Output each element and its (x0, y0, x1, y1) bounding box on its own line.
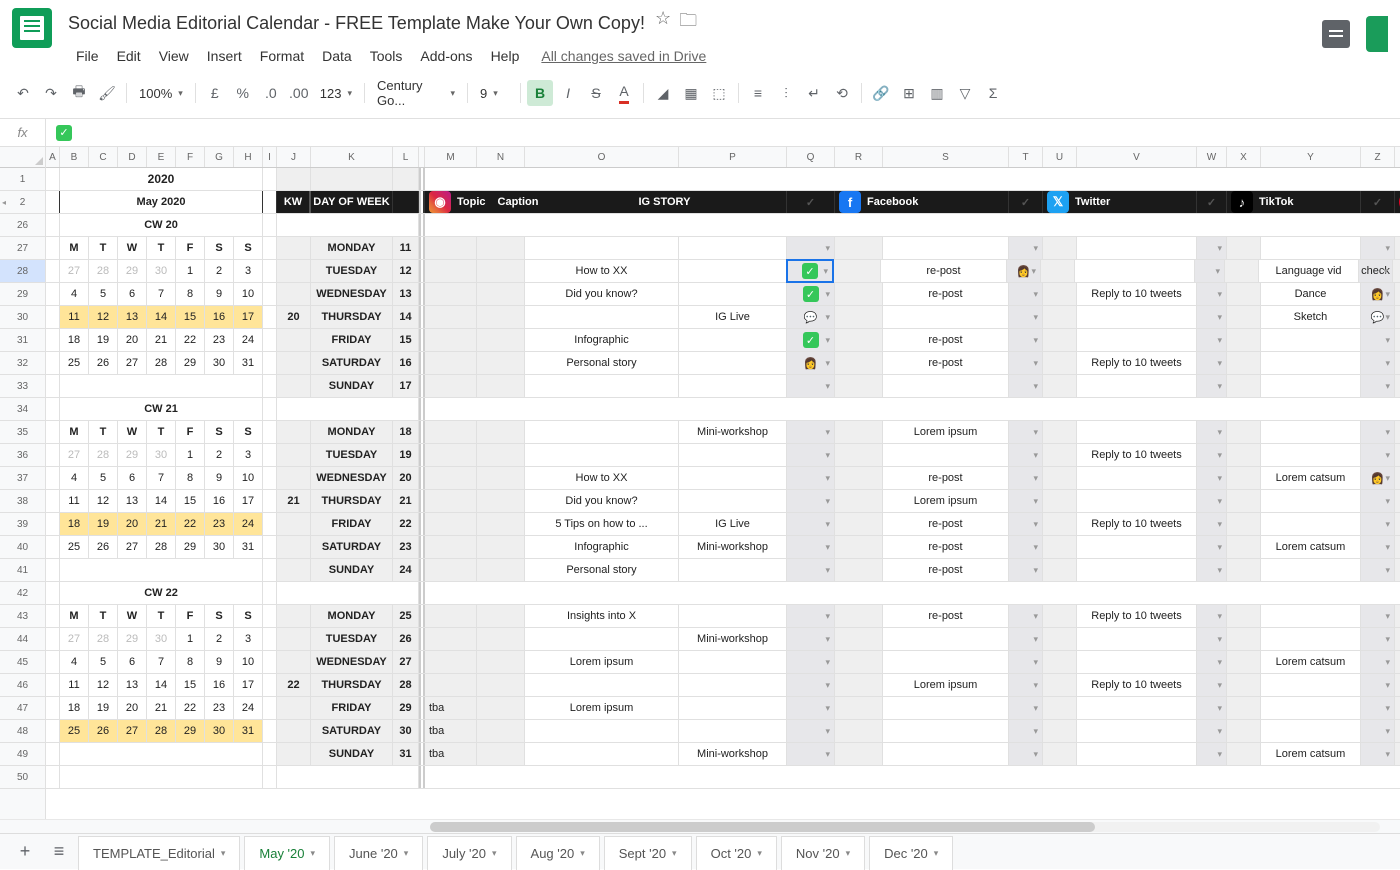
menu-file[interactable]: File (68, 44, 107, 68)
menu-help[interactable]: Help (483, 44, 528, 68)
status-dropdown[interactable] (787, 720, 835, 742)
status-dropdown[interactable] (787, 536, 835, 558)
share-button[interactable] (1366, 16, 1388, 52)
wrap-icon[interactable]: ↵ (801, 80, 827, 106)
fx-label: fx (0, 119, 46, 146)
status-dropdown[interactable] (787, 513, 835, 535)
status-dropdown[interactable] (787, 697, 835, 719)
formula-input[interactable]: ✓ (46, 125, 82, 141)
status-dropdown[interactable]: 👩 (787, 352, 835, 374)
decrease-decimal-icon[interactable]: .0 (258, 80, 284, 106)
text-color-icon[interactable]: A (611, 80, 637, 106)
status-dropdown[interactable] (787, 444, 835, 466)
saved-status[interactable]: All changes saved in Drive (541, 48, 706, 64)
menu-view[interactable]: View (151, 44, 197, 68)
borders-icon[interactable]: ▦ (678, 80, 704, 106)
status-dropdown[interactable] (787, 605, 835, 627)
number-format-select[interactable]: 123 (314, 82, 358, 105)
status-dropdown[interactable] (787, 651, 835, 673)
sheet-tab[interactable]: June '20 (334, 836, 423, 870)
zoom-select[interactable]: 100% (133, 82, 189, 105)
status-dropdown[interactable]: 💬 (787, 306, 835, 328)
menu-edit[interactable]: Edit (109, 44, 149, 68)
status-dropdown[interactable] (787, 674, 835, 696)
move-icon[interactable]: 🗀 (679, 8, 697, 38)
menu-add-ons[interactable]: Add-ons (412, 44, 480, 68)
sheet-tab[interactable]: May '20 (244, 836, 330, 870)
status-dropdown[interactable] (787, 467, 835, 489)
increase-decimal-icon[interactable]: .00 (286, 80, 312, 106)
font-select[interactable]: Century Go... (371, 74, 461, 112)
functions-icon[interactable]: Σ (980, 80, 1006, 106)
sheet-tab[interactable]: Aug '20 (516, 836, 600, 870)
italic-icon[interactable]: I (555, 80, 581, 106)
merge-icon[interactable]: ⬚ (706, 80, 732, 106)
status-dropdown[interactable] (787, 375, 835, 397)
menu-format[interactable]: Format (252, 44, 312, 68)
all-sheets-icon[interactable]: ≡ (44, 837, 74, 867)
halign-icon[interactable]: ≡ (745, 80, 771, 106)
comment-icon[interactable]: ⊞ (896, 80, 922, 106)
rotate-icon[interactable]: ⟲ (829, 80, 855, 106)
undo-icon[interactable]: ↶ (10, 80, 36, 106)
sheet-tab[interactable]: Sept '20 (604, 836, 692, 870)
status-dropdown[interactable] (787, 743, 835, 765)
menubar: FileEditViewInsertFormatDataToolsAdd-ons… (68, 44, 1322, 68)
sheet-tab[interactable]: Oct '20 (696, 836, 777, 870)
toolbar: ↶ ↷ 🖶 🖌 100% £ % .0 .00 123 Century Go..… (0, 68, 1400, 119)
add-sheet-icon[interactable]: + (10, 837, 40, 867)
percent-icon[interactable]: % (230, 80, 256, 106)
sheet-tab[interactable]: Nov '20 (781, 836, 865, 870)
sheet-tab[interactable]: Dec '20 (869, 836, 953, 870)
status-dropdown[interactable] (787, 421, 835, 443)
sheet-tab[interactable]: July '20 (427, 836, 511, 870)
paint-format-icon[interactable]: 🖌 (94, 80, 120, 106)
comments-icon[interactable] (1322, 20, 1350, 48)
link-icon[interactable]: 🔗 (868, 80, 894, 106)
status-dropdown[interactable]: ✓ (787, 283, 835, 305)
horizontal-scrollbar[interactable] (0, 819, 1400, 833)
filter-icon[interactable]: ▽ (952, 80, 978, 106)
status-dropdown[interactable]: ✓ (786, 259, 834, 283)
status-dropdown[interactable] (787, 628, 835, 650)
status-dropdown[interactable] (787, 237, 835, 259)
fill-color-icon[interactable]: ◢ (650, 80, 676, 106)
print-icon[interactable]: 🖶 (66, 80, 92, 106)
redo-icon[interactable]: ↷ (38, 80, 64, 106)
currency-icon[interactable]: £ (202, 80, 228, 106)
column-headers[interactable]: ABCDEFGHIJKLMNOPQRSTUVWXYZAAABAC (46, 147, 1400, 168)
menu-data[interactable]: Data (314, 44, 360, 68)
font-size-select[interactable]: 9 (474, 82, 514, 105)
sheet-tab[interactable]: TEMPLATE_Editorial (78, 836, 240, 870)
status-dropdown[interactable] (787, 490, 835, 512)
star-icon[interactable]: ☆ (655, 8, 671, 38)
status-dropdown[interactable] (787, 559, 835, 581)
row-numbers[interactable]: 1226272829303132333435363738394041424344… (0, 147, 46, 819)
valign-icon[interactable]: ⫶ (773, 80, 799, 106)
strikethrough-icon[interactable]: S (583, 80, 609, 106)
bold-icon[interactable]: B (527, 80, 553, 106)
menu-insert[interactable]: Insert (199, 44, 250, 68)
chart-icon[interactable]: ▥ (924, 80, 950, 106)
doc-title[interactable]: Social Media Editorial Calendar - FREE T… (68, 13, 645, 34)
status-dropdown[interactable]: ✓ (787, 329, 835, 351)
sheets-logo[interactable] (12, 8, 52, 48)
menu-tools[interactable]: Tools (362, 44, 411, 68)
